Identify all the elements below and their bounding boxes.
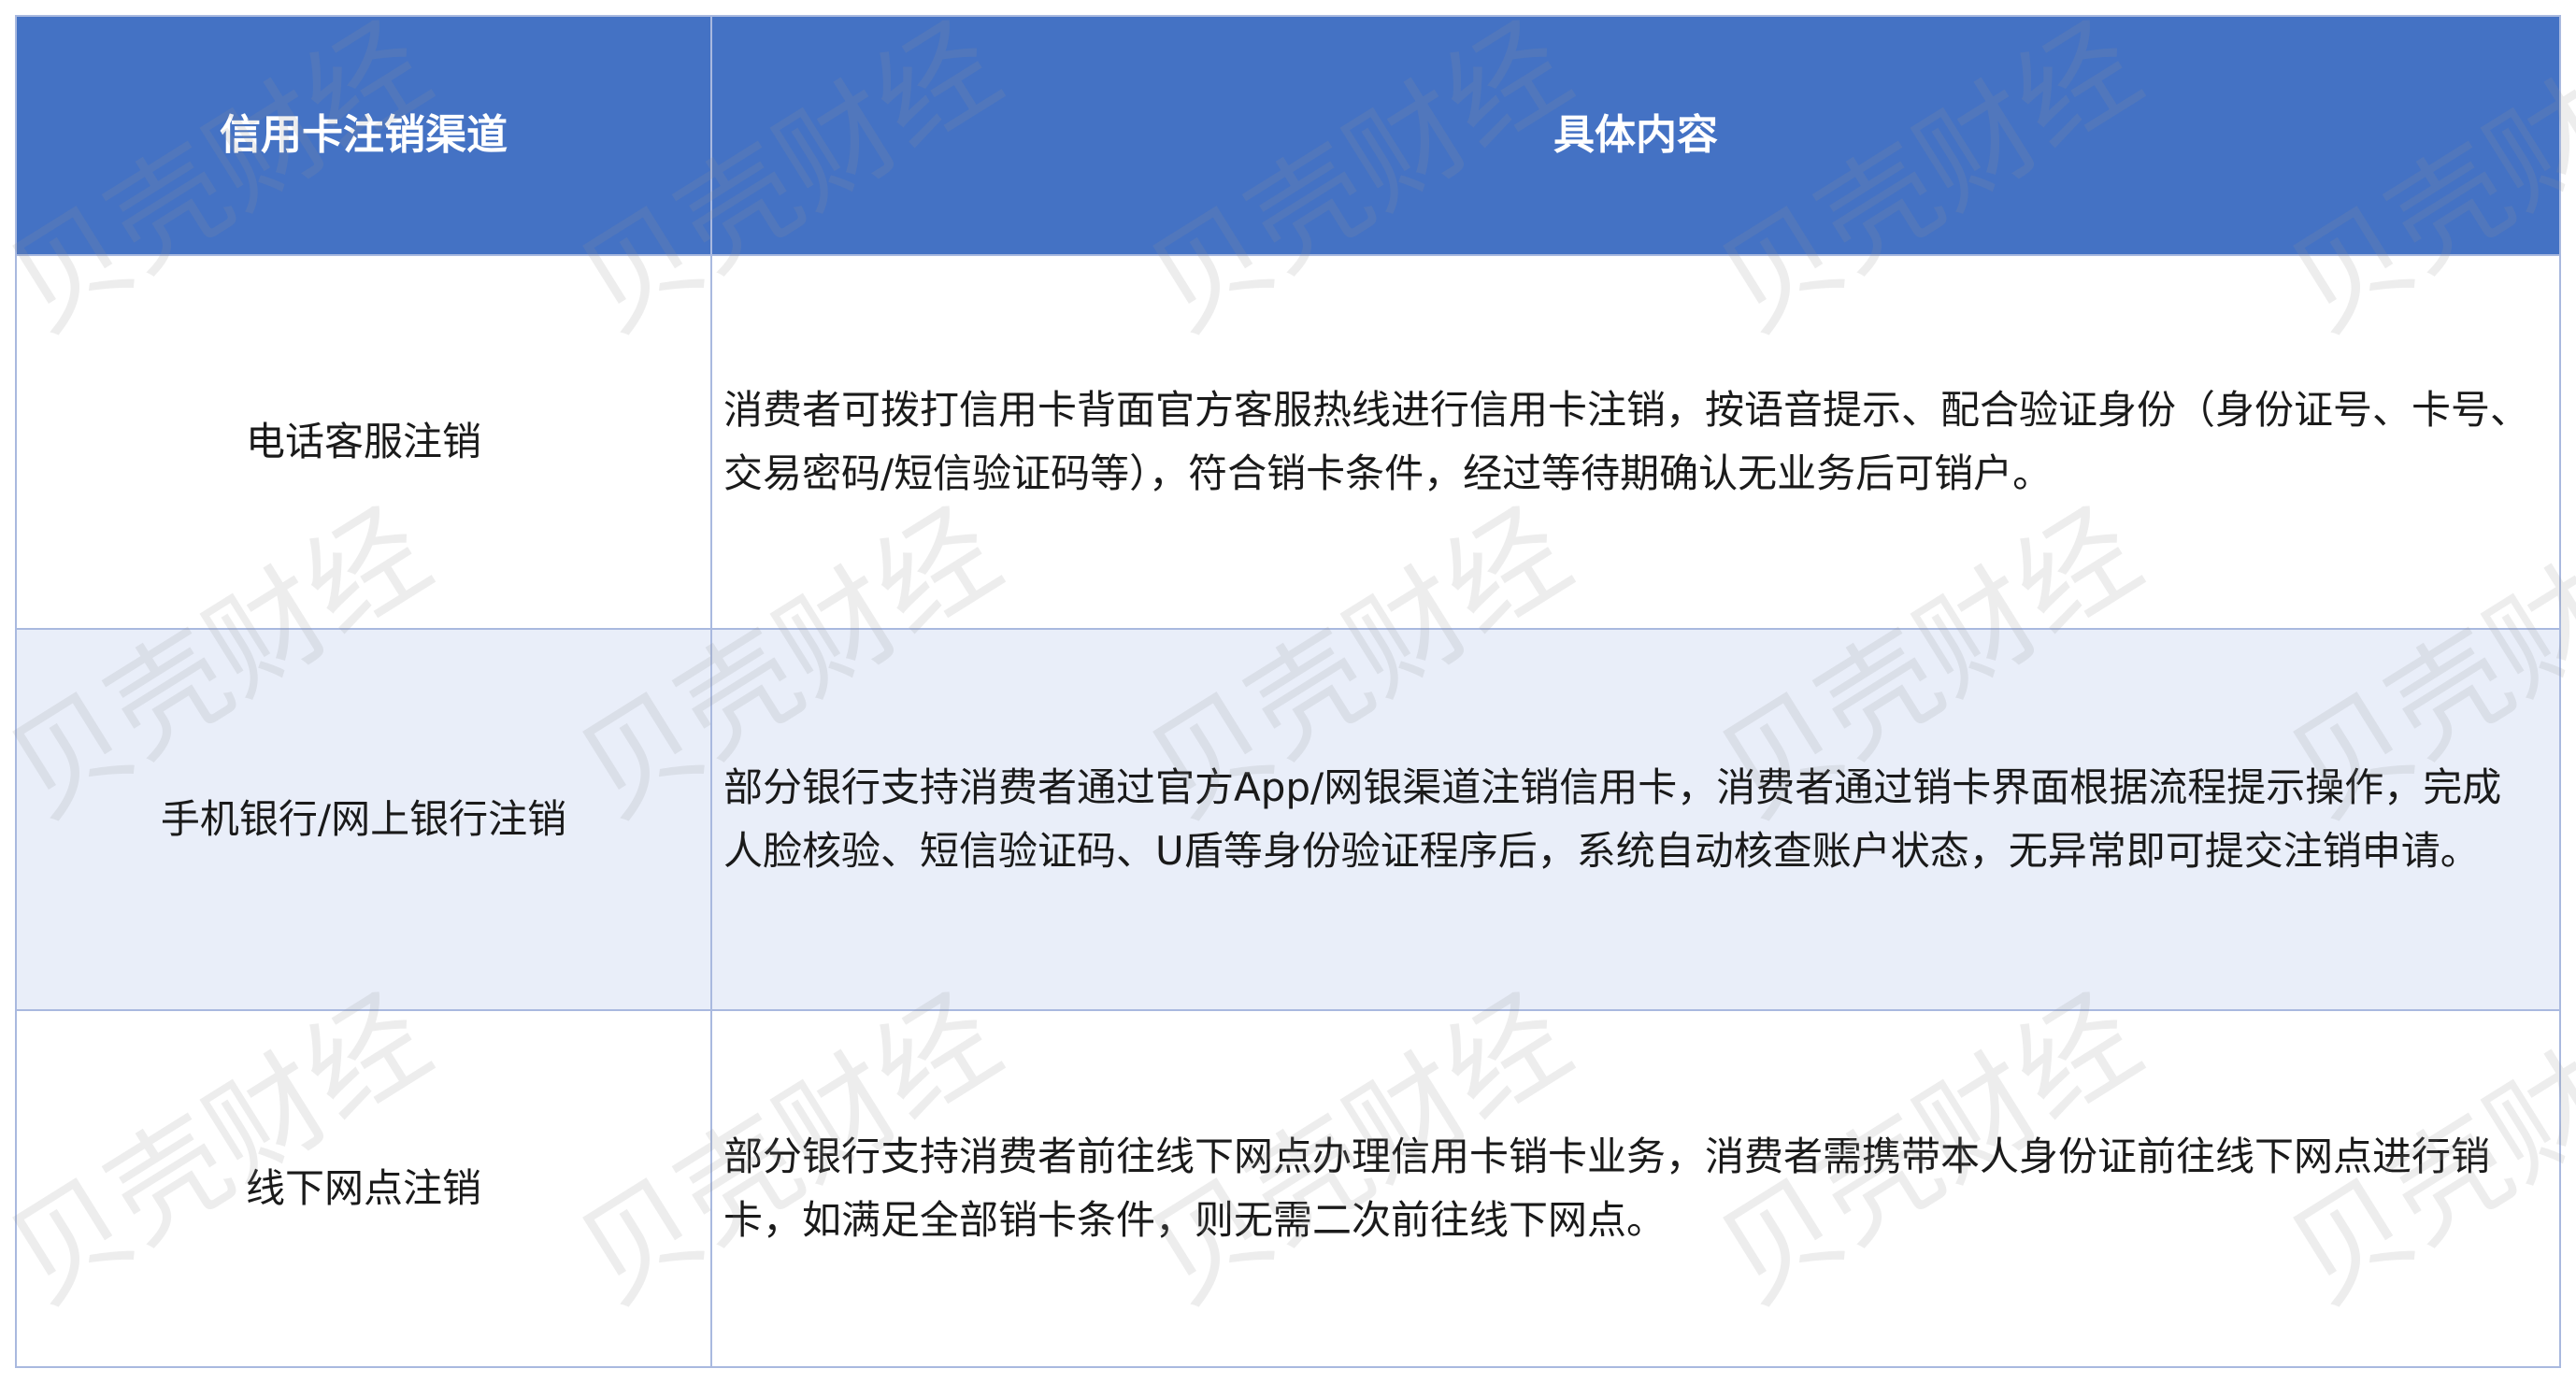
row-content-text: 部分银行支持消费者前往线下网点办理信用卡销卡业务，消费者需携带本人身份证前往线下… xyxy=(723,1133,2491,1243)
row-channel-phone: 电话客服注销 xyxy=(17,256,712,630)
row-content-phone: 消费者可拨打信用卡背面官方客服热线进行信用卡注销，按语音提示、配合验证身份（身份… xyxy=(712,256,2559,630)
credit-card-cancellation-table: 信用卡注销渠道 具体内容 电话客服注销 消费者可拨打信用卡背面官方客服热线进行信… xyxy=(15,15,2561,1368)
row-content-text: 部分银行支持消费者通过官方App/网银渠道注销信用卡，消费者通过销卡界面根据流程… xyxy=(723,764,2502,874)
row-content-branch: 部分银行支持消费者前往线下网点办理信用卡销卡业务，消费者需携带本人身份证前往线下… xyxy=(712,1011,2559,1366)
header-content: 具体内容 xyxy=(712,17,2559,256)
row-content-mobile: 部分银行支持消费者通过官方App/网银渠道注销信用卡，消费者通过销卡界面根据流程… xyxy=(712,630,2559,1011)
row-channel-mobile: 手机银行/网上银行注销 xyxy=(17,630,712,1011)
header-channel: 信用卡注销渠道 xyxy=(17,17,712,256)
row-content-text: 消费者可拨打信用卡背面官方客服热线进行信用卡注销，按语音提示、配合验证身份（身份… xyxy=(723,387,2530,496)
row-channel-branch: 线下网点注销 xyxy=(17,1011,712,1366)
